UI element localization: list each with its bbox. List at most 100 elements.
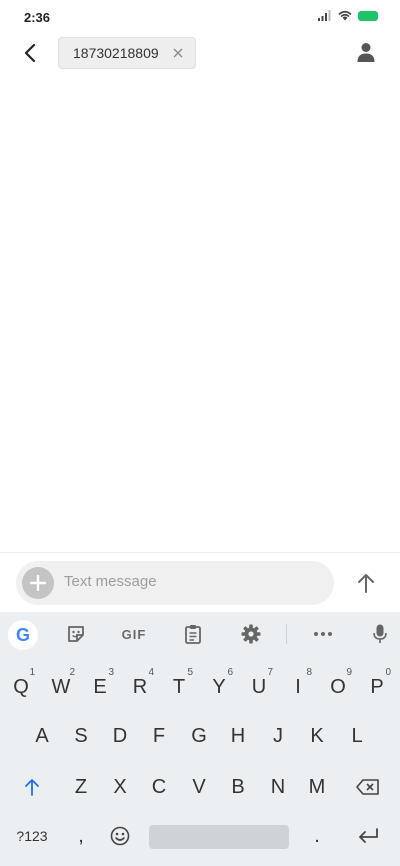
key-letter: O [330,675,346,698]
key-letter: C [151,775,167,798]
key-t[interactable]: 5 T [159,665,199,705]
recipient-chip[interactable]: 18730218809 [58,37,196,69]
key-letter: K [310,724,324,747]
key-hint: 3 [108,667,114,678]
wifi-icon [338,10,352,21]
key-letter: M [308,775,326,798]
key-b[interactable]: B [218,767,258,807]
google-icon[interactable]: G [8,620,38,650]
key-letter: G [191,724,207,747]
clipboard-icon [185,625,201,644]
key-n[interactable]: N [258,767,298,807]
key-letter: P [370,675,384,698]
key-letter: Q [13,675,29,698]
status-time: 2:36 [24,10,51,25]
gif-button[interactable]: GIF [118,622,150,646]
key-u[interactable]: 7 U [239,665,279,705]
key-hint: 4 [148,667,154,678]
key-l[interactable]: L [337,716,377,756]
key-w[interactable]: 2 W [41,665,81,705]
gear-icon [241,624,261,644]
toolbar-divider [286,624,287,644]
key-a[interactable]: A [22,716,62,756]
symbols-label: ?123 [16,828,48,844]
key-letter: J [273,724,283,747]
key-letter: B [231,775,245,798]
key-letter: V [192,775,206,798]
contact-button[interactable] [354,38,378,66]
period-label: . [314,824,320,847]
key-letter: I [295,675,301,698]
more-button[interactable] [310,622,336,646]
key-s[interactable]: S [61,716,101,756]
symbols-key[interactable]: ?123 [4,816,60,856]
emoji-key[interactable] [100,816,140,856]
status-icons [318,10,378,21]
settings-button[interactable] [239,622,263,646]
clipboard-button[interactable] [181,622,205,646]
key-i[interactable]: 8 I [278,665,318,705]
recipient-number: 18730218809 [73,45,159,61]
key-letter: T [172,675,186,698]
more-dots-icon [314,632,332,636]
key-v[interactable]: V [179,767,219,807]
key-x[interactable]: X [100,767,140,807]
back-button[interactable] [14,36,46,70]
key-e[interactable]: 3 E [80,665,120,705]
key-p[interactable]: 0 P [357,665,397,705]
emoji-icon [110,826,130,846]
key-d[interactable]: D [100,716,140,756]
key-c[interactable]: C [139,767,179,807]
message-input[interactable]: Text message [64,573,157,590]
gif-label: GIF [121,626,147,642]
space-key[interactable] [149,825,289,849]
key-y[interactable]: 6 Y [199,665,239,705]
attach-button[interactable] [22,567,54,599]
backspace-icon [356,779,379,795]
key-g[interactable]: G [179,716,219,756]
remove-recipient-button[interactable] [169,44,187,62]
key-hint: 0 [385,667,391,678]
key-j[interactable]: J [258,716,298,756]
key-m[interactable]: M [297,767,337,807]
key-f[interactable]: F [139,716,179,756]
arrow-up-icon [358,574,374,593]
sticker-icon [68,626,84,642]
google-label: G [15,624,30,645]
key-q[interactable]: 1 Q [1,665,41,705]
conversation-header: 18730218809 [0,34,400,72]
battery-icon [358,10,378,21]
key-letter: U [251,675,267,698]
key-o[interactable]: 9 O [318,665,358,705]
key-letter: X [113,775,127,798]
shift-key[interactable] [12,767,52,807]
key-letter: Z [74,775,88,798]
key-r[interactable]: 4 R [120,665,160,705]
plus-icon [30,575,46,591]
compose-field[interactable]: Text message [16,561,334,605]
enter-key[interactable] [348,816,388,856]
period-key[interactable]: . [297,816,337,856]
comma-key[interactable]: , [61,816,101,856]
voice-input-button[interactable] [368,622,392,646]
close-icon [173,48,183,58]
key-hint: 2 [69,667,75,678]
microphone-icon [373,624,387,643]
enter-icon [359,828,378,843]
send-button[interactable] [352,569,380,597]
shift-arrow-icon [25,779,39,796]
key-k[interactable]: K [297,716,337,756]
sticker-button[interactable] [64,622,88,646]
key-hint: 1 [29,667,35,678]
key-z[interactable]: Z [61,767,101,807]
key-letter: N [270,775,286,798]
back-arrow-icon [24,43,36,63]
key-letter: R [132,675,148,698]
signal-icon [318,10,331,21]
key-letter: E [93,675,107,698]
compose-bar: Text message [0,552,400,612]
backspace-key[interactable] [348,767,388,807]
key-hint: 7 [267,667,273,678]
key-h[interactable]: H [218,716,258,756]
status-bar: 2:36 [0,0,400,34]
